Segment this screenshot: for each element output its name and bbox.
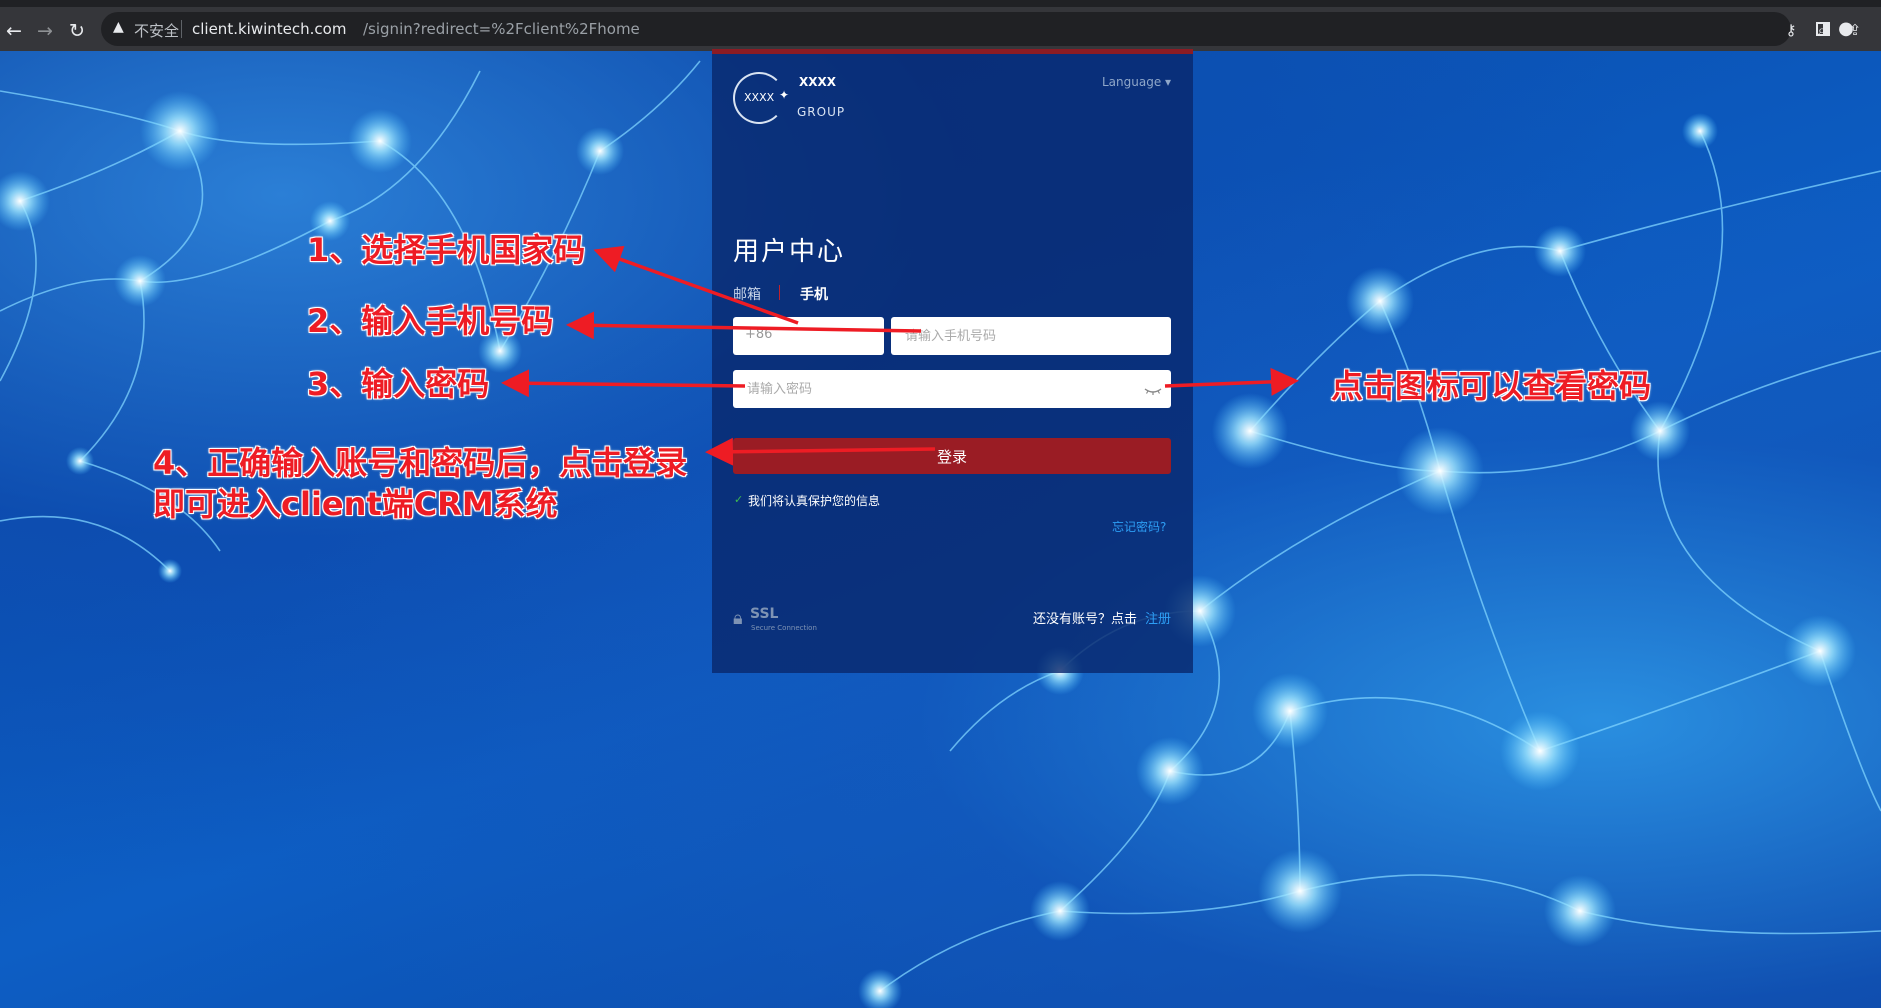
forward-icon[interactable]: → xyxy=(33,19,57,43)
ssl-sub-label: Secure Connection xyxy=(751,624,817,632)
signup-link[interactable]: 注册 xyxy=(1145,608,1171,627)
key-icon[interactable]: ⚷ xyxy=(1781,20,1801,40)
privacy-text: 我们将认真保护您的信息 xyxy=(748,494,881,508)
annotation-step4-line2: 即可进入client端CRM系统 xyxy=(153,485,558,523)
phone-input[interactable] xyxy=(891,317,1171,355)
reload-icon[interactable]: ↻ xyxy=(65,19,89,43)
login-button[interactable]: 登录 xyxy=(733,438,1171,474)
url-divider xyxy=(181,20,182,38)
country-code-value: +86 xyxy=(745,327,773,342)
profile-icon[interactable]: ● xyxy=(1835,18,1857,40)
ssl-label: SSL xyxy=(750,606,779,622)
lock-icon: 🔒︎ xyxy=(733,608,743,629)
tab-phone[interactable]: 手机 xyxy=(800,284,828,304)
annotation-step1: 1、选择手机国家码 xyxy=(307,231,586,269)
logo-star-icon: ✦ xyxy=(779,88,790,102)
logo: XXXX ✦ xyxy=(733,72,789,124)
password-input[interactable] xyxy=(733,370,1133,408)
annotation-step4-line1: 4、正确输入账号和密码后，点击登录 xyxy=(153,444,688,482)
annotation-step2: 2、输入手机号码 xyxy=(307,302,554,340)
country-code-select[interactable]: +86 xyxy=(733,317,884,355)
tab-email[interactable]: 邮箱 xyxy=(733,284,761,304)
back-icon[interactable]: ← xyxy=(2,19,26,43)
annotation-eye-hint: 点击图标可以查看密码 xyxy=(1331,367,1652,405)
logo-circle-text: XXXX xyxy=(744,91,775,104)
logo-name: XXXX xyxy=(799,75,837,89)
browser-toolbar: ← → ↻ ▲ 不安全 client.kiwintech.com /signin… xyxy=(0,0,1881,51)
warning-icon[interactable]: ▲ xyxy=(113,19,124,35)
annotation-step3: 3、输入密码 xyxy=(307,365,490,403)
privacy-check-icon: ✓ xyxy=(734,493,744,506)
password-field xyxy=(733,370,1171,408)
login-card: XXXX ✦ XXXX GROUP Language ▾ 用户中心 邮箱 手机 … xyxy=(712,49,1193,673)
page-title: 用户中心 xyxy=(733,237,846,267)
language-select[interactable]: Language ▾ xyxy=(1102,75,1171,89)
url-path[interactable]: /signin?redirect=%2Fclient%2Fhome xyxy=(363,20,640,38)
side-panel-icon[interactable] xyxy=(1816,22,1830,36)
logo-group: GROUP xyxy=(797,105,846,119)
address-bar[interactable]: ▲ 不安全 client.kiwintech.com /signin?redir… xyxy=(101,12,1881,46)
url-host[interactable]: client.kiwintech.com xyxy=(192,20,346,38)
tab-divider xyxy=(779,285,780,300)
signup-prompt: 还没有账号？点击 xyxy=(1033,612,1138,627)
eye-icon[interactable] xyxy=(1143,379,1163,399)
insecure-label[interactable]: 不安全 xyxy=(134,20,179,41)
forgot-password-link[interactable]: 忘记密码? xyxy=(1112,518,1166,535)
